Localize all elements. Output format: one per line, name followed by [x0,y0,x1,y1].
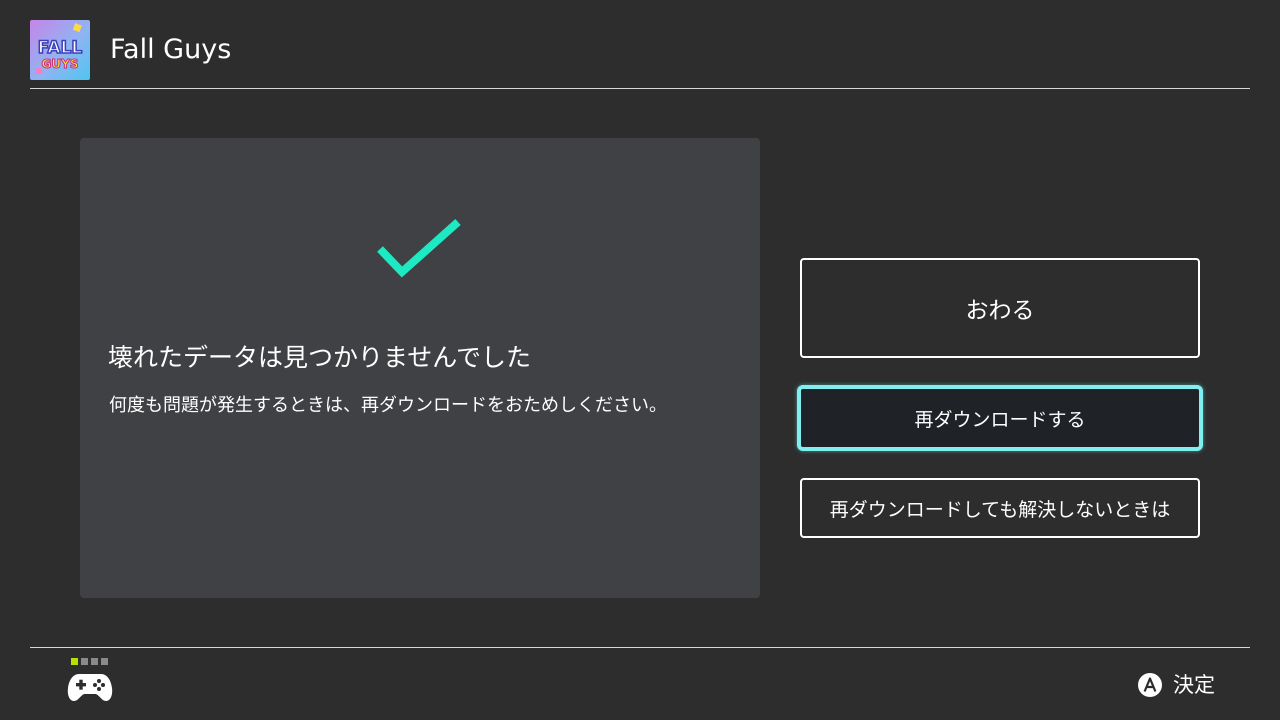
checkmark-icon [376,216,466,286]
player-dot-3 [91,658,98,665]
check-data-result-screen: FALL GUYS Fall Guys 壊れたデータは見つかりませんでした 何度… [0,0,1280,720]
redownload-help-button-label: 再ダウンロードしても解決しないときは [829,498,1171,521]
confirm-hint-label: 決定 [1173,673,1215,697]
result-panel: 壊れたデータは見つかりませんでした 何度も問題が発生するときは、再ダウンロードを… [80,138,760,598]
fall-guys-game-icon: FALL GUYS [30,20,90,80]
redownload-help-button[interactable]: 再ダウンロードしても解決しないときは [800,478,1200,538]
player-dot-2 [81,658,88,665]
player-dot-4 [101,658,108,665]
result-heading: 壊れたデータは見つかりませんでした [108,343,532,372]
gamepad-icon[interactable] [67,668,113,704]
player-dot-1 [71,658,78,665]
exit-button[interactable]: おわる [800,258,1200,358]
result-message: 何度も問題が発生するときは、再ダウンロードをおためしください。 [109,395,667,416]
icon-logo-top: FALL [38,38,83,58]
player-indicator [71,658,108,665]
redownload-button[interactable]: 再ダウンロードする [797,385,1203,451]
redownload-button-label: 再ダウンロードする [914,408,1086,431]
exit-button-label: おわる [965,298,1035,324]
footer-divider [30,647,1250,648]
icon-logo-bottom: GUYS [42,57,79,71]
game-title: Fall Guys [110,34,232,65]
a-button-icon [1137,672,1163,698]
